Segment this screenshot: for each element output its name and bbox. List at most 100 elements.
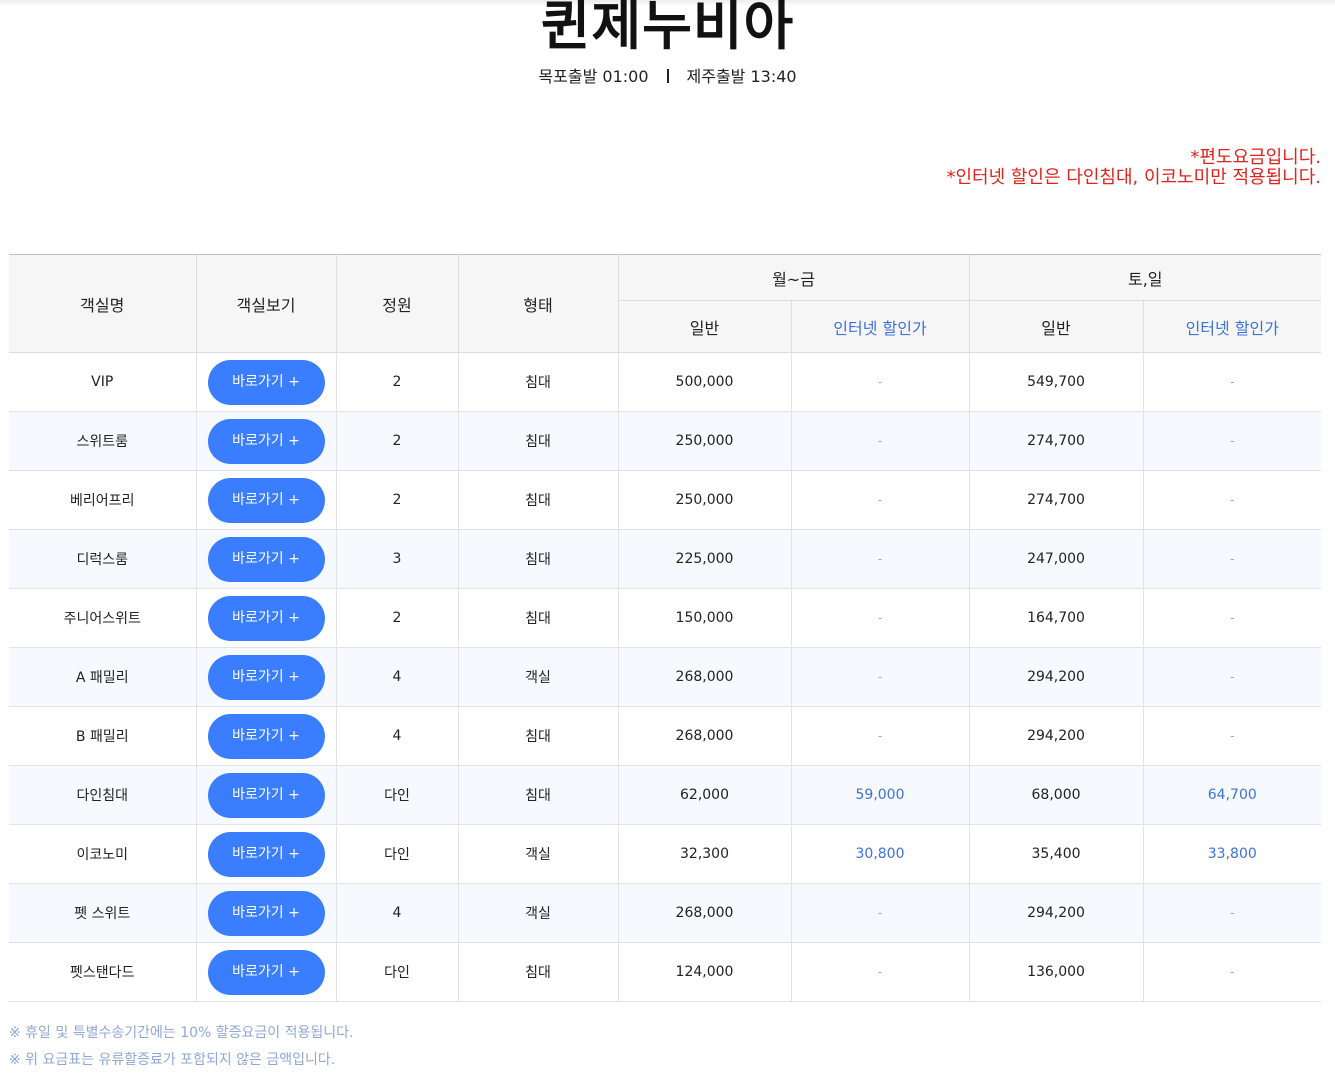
table-row: 주니어스위트 바로가기 +2 침대 150,000-164,700- [9,588,1322,648]
header-capacity: 정원 [336,254,459,353]
header-type: 형태 [458,254,619,353]
mokpo-departure: 목포출발 01:00 [538,67,649,86]
cell-weekday-internet: - [791,883,970,943]
cell-capacity: 2 [336,470,459,530]
cell-weekend-regular: 274,700 [969,411,1144,471]
cell-weekday-regular: 268,000 [618,706,792,766]
cell-weekend-regular: 294,200 [969,706,1144,766]
cell-type: 침대 [458,529,619,589]
cell-room-view: 바로가기 + [196,883,337,943]
cell-room-name: 이코노미 [9,824,197,884]
table-row: A 패밀리 바로가기 +4 객실 268,000-294,200- [9,647,1322,707]
go-button[interactable]: 바로가기 + [207,418,325,464]
page-title: 퀸제누비아 [540,0,795,57]
go-button[interactable]: 바로가기 + [207,595,325,641]
cell-capacity: 2 [336,352,459,412]
cell-capacity: 4 [336,706,459,766]
cell-weekday-regular: 62,000 [618,765,792,825]
cell-weekday-internet: - [791,529,970,589]
cell-room-name: VIP [9,352,197,412]
cell-type: 침대 [458,411,619,471]
cell-capacity: 2 [336,588,459,648]
cell-room-name: 베리어프리 [9,470,197,530]
cell-capacity: 다인 [336,942,459,1002]
cell-weekday-internet: - [791,470,970,530]
cell-room-name: A 패밀리 [9,647,197,707]
cell-type: 침대 [458,706,619,766]
cell-room-view: 바로가기 + [196,352,337,412]
cell-capacity: 3 [336,529,459,589]
cell-weekday-regular: 32,300 [618,824,792,884]
header-weekend-internet: 인터넷 할인가 [1143,300,1322,353]
cell-capacity: 다인 [336,765,459,825]
go-button[interactable]: 바로가기 + [207,359,325,405]
cell-capacity: 4 [336,647,459,707]
cell-weekend-internet: - [1143,942,1322,1002]
header-weekend: 토,일 [969,254,1322,301]
cell-type: 침대 [458,765,619,825]
cell-weekend-regular: 294,200 [969,647,1144,707]
jeju-departure: 제주출발 13:40 [686,67,797,86]
cell-weekend-regular: 164,700 [969,588,1144,648]
schedule-separator [666,69,669,83]
cell-room-view: 바로가기 + [196,765,337,825]
cell-weekday-internet: 30,800 [791,824,970,884]
cell-weekend-internet: - [1143,883,1322,943]
table-row: 펫스탠다드 바로가기 + 다인 침대 124,000-136,000- [9,942,1322,1002]
header-weekday-regular: 일반 [618,300,792,353]
schedule-info: 목포출발 01:00 제주출발 13:40 [0,66,1335,88]
fare-table-body: VIP 바로가기 +2 침대 500,000-549,700- 스위트룸 바로가기 +2 침… [9,352,1322,1002]
cell-type: 침대 [458,588,619,648]
table-row: VIP 바로가기 +2 침대 500,000-549,700- [9,352,1322,412]
notice-one-way: *편도요금입니다. [1190,147,1321,168]
footnote-holiday-surcharge: ※ 휴일 및 특별수송기간에는 10% 할증요금이 적용됩니다. [9,1025,354,1041]
notice-internet-discount: *인터넷 할인은 다인침대, 이코노미만 적용됩니다. [946,167,1321,188]
go-button[interactable]: 바로가기 + [207,713,325,759]
cell-room-view: 바로가기 + [196,942,337,1002]
go-button[interactable]: 바로가기 + [207,831,325,877]
cell-weekend-internet: 64,700 [1143,765,1322,825]
cell-weekday-regular: 124,000 [618,942,792,1002]
cell-type: 객실 [458,824,619,884]
cell-weekday-regular: 250,000 [618,411,792,471]
cell-weekday-internet: 59,000 [791,765,970,825]
go-button[interactable]: 바로가기 + [207,890,325,936]
table-row: 스위트룸 바로가기 +2 침대 250,000-274,700- [9,411,1322,471]
cell-room-name: 스위트룸 [9,411,197,471]
fare-table: 객실명 객실보기 정원 형태 월~금 토,일 일반 인터넷 할인가 일반 인터넷… [9,254,1322,1002]
cell-weekend-internet: - [1143,529,1322,589]
cell-weekend-regular: 136,000 [969,942,1144,1002]
cell-type: 객실 [458,647,619,707]
cell-weekend-internet: - [1143,411,1322,471]
cell-room-view: 바로가기 + [196,411,337,471]
cell-weekend-internet: - [1143,470,1322,530]
go-button[interactable]: 바로가기 + [207,772,325,818]
cell-weekend-regular: 274,700 [969,470,1144,530]
table-row: 베리어프리 바로가기 +2 침대 250,000-274,700- [9,470,1322,530]
cell-type: 침대 [458,470,619,530]
cell-type: 침대 [458,352,619,412]
cell-weekend-internet: - [1143,706,1322,766]
cell-room-view: 바로가기 + [196,706,337,766]
go-button[interactable]: 바로가기 + [207,949,325,995]
cell-weekday-regular: 225,000 [618,529,792,589]
cell-capacity: 4 [336,883,459,943]
cell-weekday-regular: 268,000 [618,647,792,707]
header-weekend-regular: 일반 [969,300,1144,353]
go-button[interactable]: 바로가기 + [207,477,325,523]
header-weekday: 월~금 [618,254,970,301]
cell-weekend-regular: 549,700 [969,352,1144,412]
cell-weekend-internet: - [1143,588,1322,648]
cell-weekend-regular: 35,400 [969,824,1144,884]
header-room-name: 객실명 [9,254,197,353]
cell-capacity: 2 [336,411,459,471]
fare-notices: *편도요금입니다. *인터넷 할인은 다인침대, 이코노미만 적용됩니다. [946,148,1321,188]
cell-room-name: 펫 스위트 [9,883,197,943]
go-button[interactable]: 바로가기 + [207,654,325,700]
cell-weekend-regular: 247,000 [969,529,1144,589]
go-button[interactable]: 바로가기 + [207,536,325,582]
cell-weekend-internet: - [1143,352,1322,412]
footnotes: ※ 휴일 및 특별수송기간에는 10% 할증요금이 적용됩니다. ※ 위 요금표… [9,1020,353,1074]
cell-weekday-internet: - [791,411,970,471]
cell-room-view: 바로가기 + [196,470,337,530]
